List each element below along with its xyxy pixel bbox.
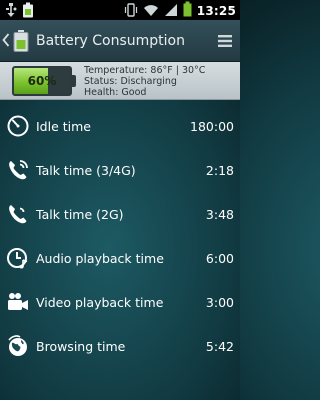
- row-value: 2:18: [205, 163, 234, 178]
- list-item-audio-playback: Audio playback time 6:00: [0, 236, 240, 280]
- video-camera-icon: [6, 290, 30, 314]
- row-label: Talk time (2G): [36, 207, 124, 222]
- phone-2g-icon: [6, 202, 30, 226]
- vibrate-icon: [124, 2, 138, 21]
- timer-icon: [6, 114, 30, 138]
- globe-icon: [6, 334, 30, 358]
- wifi-icon: [143, 2, 159, 21]
- menu-icon[interactable]: [218, 33, 232, 52]
- battery-info-panel: 60% Temperature: 86°F | 30°C Status: Dis…: [0, 62, 240, 100]
- row-value: 3:00: [205, 295, 234, 310]
- row-value: 180:00: [190, 119, 234, 134]
- row-label: Talk time (3/4G): [36, 163, 136, 178]
- chevron-left-icon[interactable]: [2, 32, 10, 52]
- list-item-idle-time: Idle time 180:00: [0, 104, 240, 148]
- row-label: Audio playback time: [36, 251, 164, 266]
- status-text: Status: Discharging: [84, 76, 177, 87]
- consumption-list: Idle time 180:00 Talk time (3/4G) 2:18 T…: [0, 104, 240, 368]
- battery-icon: [183, 1, 192, 21]
- row-value: 5:42: [205, 339, 234, 354]
- list-item-browsing: Browsing time 5:42: [0, 324, 240, 368]
- row-value: 6:00: [205, 251, 234, 266]
- music-clock-icon: [6, 246, 30, 270]
- clock: 13:25: [196, 4, 236, 18]
- battery-app-notification-icon: [22, 2, 34, 22]
- row-label: Idle time: [36, 119, 91, 134]
- row-label: Browsing time: [36, 339, 126, 354]
- app-logo-icon[interactable]: [12, 29, 30, 53]
- temperature-text: Temperature: 86°F | 30°C: [84, 65, 206, 76]
- page-title: Battery Consumption: [36, 33, 185, 49]
- status-bar: 13:25: [0, 0, 240, 20]
- battery-gauge: 60%: [12, 66, 76, 96]
- phone-4g-icon: [6, 158, 30, 182]
- row-label: Video playback time: [36, 295, 164, 310]
- action-bar: Battery Consumption: [0, 20, 240, 62]
- battery-percent: 60%: [27, 74, 57, 88]
- list-item-talk-time-2g: Talk time (2G) 3:48: [0, 192, 240, 236]
- signal-icon: [164, 2, 178, 21]
- list-item-talk-time-4g: Talk time (3/4G) 2:18: [0, 148, 240, 192]
- list-item-video-playback: Video playback time 3:00: [0, 280, 240, 324]
- health-text: Health: Good: [84, 87, 147, 98]
- row-value: 3:48: [205, 207, 234, 222]
- usb-icon: [4, 2, 18, 22]
